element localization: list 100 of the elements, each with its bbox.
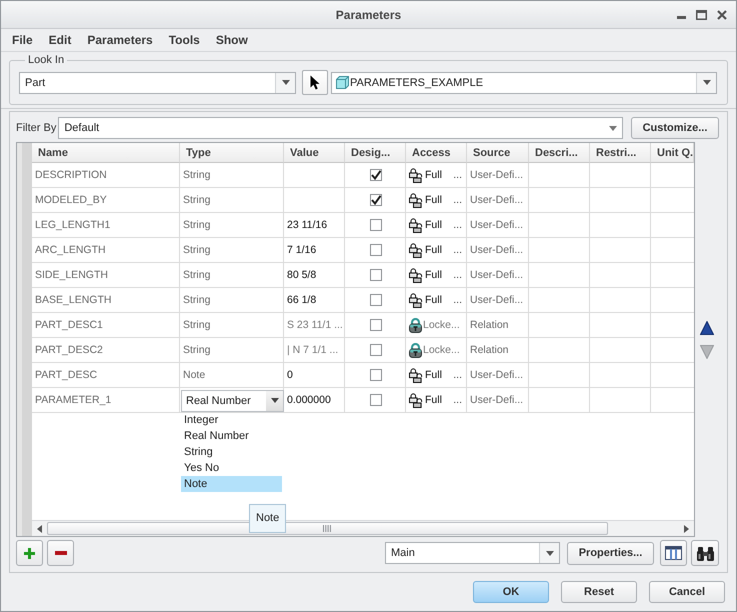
left-arrow-icon[interactable] bbox=[37, 524, 42, 532]
up-triangle-icon[interactable] bbox=[700, 320, 714, 334]
value-cell-text: 23 11/16 bbox=[286, 218, 328, 233]
type-cell-text: Note bbox=[182, 368, 206, 383]
window-title: Parameters bbox=[336, 8, 402, 22]
designate-checkbox[interactable] bbox=[370, 369, 382, 381]
source-cell-text: User-Defi... bbox=[469, 293, 524, 308]
padlocks-icon bbox=[409, 268, 424, 282]
value-cell-text: 80 5/8 bbox=[286, 268, 318, 283]
scrollbar-thumb[interactable] bbox=[47, 522, 608, 535]
dialog-button[interactable]: Cancel bbox=[649, 581, 725, 603]
name-cell-text: BASE_LENGTH bbox=[34, 293, 112, 308]
access-label: Full bbox=[425, 369, 442, 381]
column-header: Value bbox=[284, 143, 345, 163]
dialog-button[interactable]: OK bbox=[473, 581, 549, 603]
group-label: Look In bbox=[27, 54, 66, 67]
access-label: Full bbox=[425, 394, 442, 406]
name-cell-text: PARAMETER_1 bbox=[34, 393, 112, 408]
designate-checkbox[interactable] bbox=[370, 169, 382, 181]
name-cell-text: PART_DESC bbox=[34, 368, 98, 383]
access-label: Locke... bbox=[423, 319, 460, 331]
menu-item[interactable]: Edit bbox=[40, 29, 80, 51]
filter-label: Filter By bbox=[16, 122, 56, 134]
name-cell-text: DESCRIPTION bbox=[34, 168, 108, 183]
dropdown-option[interactable]: String bbox=[181, 444, 282, 460]
source-cell-text: User-Defi... bbox=[469, 218, 524, 233]
value-cell-text: 0.000000 bbox=[286, 393, 332, 408]
tooltip: Note bbox=[249, 504, 286, 533]
designate-checkbox[interactable] bbox=[370, 194, 382, 206]
padlocks-icon bbox=[409, 192, 424, 208]
access-more-button[interactable]: ... bbox=[453, 219, 462, 231]
designate-checkbox[interactable] bbox=[370, 319, 382, 331]
access-label: Full bbox=[425, 169, 442, 181]
source-cell-text: User-Defi... bbox=[469, 368, 524, 383]
column-header: Unit Q. bbox=[651, 143, 694, 163]
horizontal-scrollbar[interactable] bbox=[32, 520, 694, 536]
designate-checkbox[interactable] bbox=[370, 219, 382, 231]
padlocks-icon bbox=[409, 368, 424, 382]
padlocks-icon bbox=[409, 392, 424, 408]
designate-checkbox[interactable] bbox=[370, 344, 382, 356]
source-cell-text: User-Defi... bbox=[469, 243, 524, 258]
cube-icon bbox=[336, 76, 349, 89]
type-cell-text: String bbox=[182, 243, 212, 258]
checkmark-icon bbox=[370, 195, 380, 205]
find-button[interactable] bbox=[691, 540, 719, 566]
maximize-icon[interactable] bbox=[696, 10, 707, 20]
column-header: Descri... bbox=[529, 143, 590, 163]
dropdown-option[interactable]: Real Number bbox=[181, 428, 282, 444]
menu-item[interactable]: File bbox=[4, 29, 41, 51]
cursor-button[interactable] bbox=[302, 70, 328, 95]
add-button[interactable] bbox=[16, 540, 43, 566]
column-header: Name bbox=[32, 143, 180, 163]
table-columns-icon bbox=[665, 546, 682, 560]
name-cell-text: MODELED_BY bbox=[34, 193, 108, 208]
access-label: Full bbox=[425, 294, 442, 306]
model-dropdown[interactable]: PARAMETERS_EXAMPLE bbox=[331, 72, 717, 94]
close-icon[interactable] bbox=[717, 10, 727, 20]
type-cell-text: String bbox=[182, 268, 212, 283]
padlocks-icon bbox=[409, 218, 424, 232]
dropdown-option[interactable]: Note bbox=[181, 476, 282, 492]
filter-dropdown[interactable]: Default bbox=[58, 117, 623, 139]
remove-button[interactable] bbox=[47, 540, 74, 566]
value-cell-text: | N 7 1/1 ... bbox=[286, 343, 340, 358]
right-arrow-icon[interactable] bbox=[684, 524, 689, 532]
view-dropdown[interactable]: Main bbox=[385, 542, 560, 564]
minus-icon bbox=[54, 551, 66, 555]
designate-checkbox[interactable] bbox=[370, 269, 382, 281]
dropdown-option[interactable]: Yes No bbox=[181, 460, 282, 476]
menu-item[interactable]: Parameters bbox=[79, 29, 161, 51]
access-more-button[interactable]: ... bbox=[453, 394, 462, 406]
caret-icon bbox=[608, 126, 616, 130]
designate-checkbox[interactable] bbox=[370, 394, 382, 406]
designate-checkbox[interactable] bbox=[370, 294, 382, 306]
access-more-button[interactable]: ... bbox=[453, 169, 462, 181]
access-more-button[interactable]: ... bbox=[453, 269, 462, 281]
dialog-button[interactable]: Reset bbox=[561, 581, 637, 603]
lock-icon bbox=[409, 318, 422, 332]
access-more-button[interactable]: ... bbox=[453, 194, 462, 206]
customize-button[interactable]: Customize... bbox=[631, 117, 719, 139]
type-cell-text: String bbox=[182, 318, 212, 333]
access-more-button[interactable]: ... bbox=[453, 369, 462, 381]
type-dropdown[interactable]: Real Number bbox=[181, 390, 284, 412]
access-label: Full bbox=[425, 219, 442, 231]
scope-dropdown[interactable]: Part bbox=[19, 72, 296, 94]
dropdown-option[interactable]: Integer bbox=[181, 412, 282, 428]
menu-item[interactable]: Tools bbox=[160, 29, 208, 51]
name-cell-text: PART_DESC1 bbox=[34, 318, 104, 333]
source-cell-text: User-Defi... bbox=[469, 168, 524, 183]
source-cell-text: User-Defi... bbox=[469, 193, 524, 208]
access-more-button[interactable]: ... bbox=[453, 244, 462, 256]
designate-checkbox[interactable] bbox=[370, 244, 382, 256]
arrow-cursor-icon bbox=[310, 75, 320, 90]
binoculars-icon bbox=[696, 546, 714, 560]
menu-item[interactable]: Show bbox=[208, 29, 256, 51]
columns-button[interactable] bbox=[660, 540, 687, 566]
properties-button[interactable]: Properties... bbox=[567, 542, 654, 564]
caret-icon bbox=[282, 80, 290, 85]
padlocks-icon bbox=[409, 242, 424, 258]
access-more-button[interactable]: ... bbox=[453, 294, 462, 306]
type-cell-text: String bbox=[182, 343, 212, 358]
